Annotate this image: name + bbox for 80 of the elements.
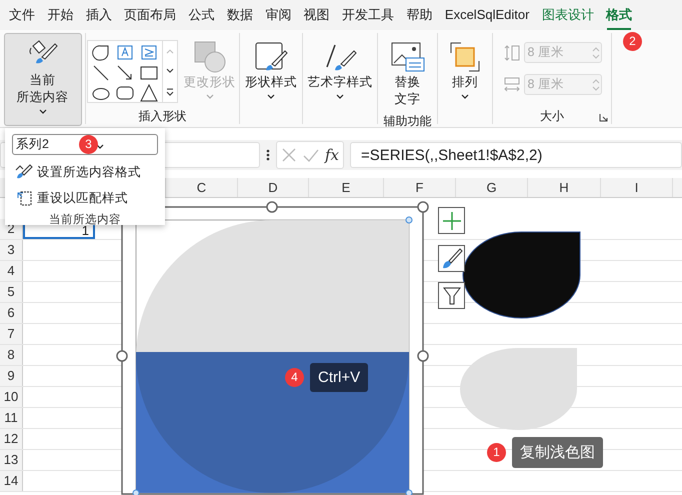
row-header[interactable]: 7 xyxy=(0,324,23,344)
resize-handle[interactable] xyxy=(417,350,429,362)
caret-icon xyxy=(206,94,214,99)
row-header[interactable]: 9 xyxy=(0,366,23,386)
brush-icon xyxy=(254,41,288,73)
line-icon[interactable] xyxy=(90,63,110,82)
chart-elements-button[interactable] xyxy=(438,207,465,234)
row-header[interactable]: 12 xyxy=(0,429,23,449)
caret-icon xyxy=(461,94,469,99)
ribbon-button[interactable]: 替换 文字 xyxy=(382,35,432,113)
row-header[interactable]: 6 xyxy=(0,303,23,323)
image-icon xyxy=(390,41,426,73)
shapes-icon xyxy=(192,40,228,74)
selection-handle[interactable] xyxy=(132,490,140,495)
teardrop-shape[interactable] xyxy=(462,232,580,318)
ribbon-tab[interactable]: 开发工具 xyxy=(337,4,400,26)
column-header[interactable]: G xyxy=(455,178,527,197)
resize-handle[interactable] xyxy=(417,201,429,213)
group-label: 插入形状 xyxy=(138,108,186,124)
tooltip: Ctrl+V xyxy=(310,363,368,392)
row-header[interactable]: 5 xyxy=(0,282,23,302)
formula-field[interactable]: =SERIES(,,Sheet1!$A$2,2) xyxy=(350,142,682,168)
column-header[interactable]: I xyxy=(600,178,672,197)
ribbon-tab[interactable]: 页面布局 xyxy=(119,4,182,26)
ribbon-tab[interactable]: 图表设计 xyxy=(536,4,599,26)
ribbon-tab[interactable]: 开始 xyxy=(42,4,78,26)
column-header[interactable]: H xyxy=(527,178,600,197)
vertical-text-box-icon[interactable] xyxy=(138,43,158,62)
row-header[interactable]: 4 xyxy=(0,261,23,281)
arrow-line-icon[interactable] xyxy=(114,63,134,82)
resize-handle[interactable] xyxy=(116,350,128,362)
row-header[interactable]: 10 xyxy=(0,387,23,407)
column-header[interactable]: F xyxy=(383,178,455,197)
ribbon-tab[interactable]: 数据 xyxy=(222,4,258,26)
group-label: 辅助功能 xyxy=(384,113,432,129)
row-header[interactable]: 11 xyxy=(0,408,23,428)
chart-filters-button[interactable] xyxy=(438,282,465,309)
ribbon-button[interactable]: 形状样式 xyxy=(242,35,300,108)
triangle-icon[interactable] xyxy=(138,83,158,102)
column-header[interactable]: D xyxy=(237,178,308,197)
group-label: 大小 xyxy=(540,108,564,124)
ribbon-button[interactable]: 当前 所选内容 xyxy=(4,33,82,126)
text-box-icon[interactable] xyxy=(114,43,134,62)
row-header[interactable]: 14 xyxy=(0,471,23,491)
check-icon[interactable] xyxy=(303,147,319,163)
resize-handle[interactable] xyxy=(266,201,278,213)
ribbon-tab[interactable]: 公式 xyxy=(184,4,220,26)
column-header[interactable]: E xyxy=(308,178,383,197)
ribbon-tab[interactable]: 文件 xyxy=(4,4,40,26)
caret-icon xyxy=(267,94,275,99)
menu-item[interactable]: 设置所选内容格式 xyxy=(15,159,141,185)
chart-styles-button[interactable] xyxy=(438,245,465,272)
insert-function-button[interactable]: fx xyxy=(325,146,340,164)
teardrop-shape-icon[interactable] xyxy=(90,43,110,62)
ribbon-tab[interactable]: ExcelSqlEditor xyxy=(440,4,534,26)
more-options-icon[interactable] xyxy=(266,148,270,162)
ribbon-tab[interactable]: 帮助 xyxy=(402,4,438,26)
ribbon-button[interactable]: 排列 xyxy=(440,35,490,108)
step-badge: 1 xyxy=(487,443,506,462)
height-icon xyxy=(502,44,520,62)
brush-icon xyxy=(15,164,33,180)
selection-handle[interactable] xyxy=(406,216,412,224)
ribbon-button[interactable]: 艺术字样式 xyxy=(304,35,376,108)
ribbon-tab[interactable]: 视图 xyxy=(298,4,335,26)
caret-icon xyxy=(38,109,46,114)
reset-icon xyxy=(15,189,33,207)
dialog-launcher-icon[interactable] xyxy=(599,113,608,122)
tooltip: 复制浅色图 xyxy=(512,437,603,468)
row-header[interactable]: 3 xyxy=(0,240,23,260)
width-icon xyxy=(502,76,520,94)
layers-icon xyxy=(449,41,481,73)
ribbon-tab[interactable]: 审阅 xyxy=(260,4,296,26)
row-header[interactable]: 8 xyxy=(0,345,23,365)
selection-handle[interactable] xyxy=(406,490,412,495)
row-header[interactable]: 13 xyxy=(0,450,23,470)
step-badge: 3 xyxy=(79,135,98,154)
caret-icon xyxy=(336,94,344,99)
series-select[interactable]: 系列2 3 xyxy=(12,134,158,155)
ribbon-tab[interactable]: 插入 xyxy=(80,4,117,26)
menu-item[interactable]: 重设以匹配样式 xyxy=(15,185,128,211)
